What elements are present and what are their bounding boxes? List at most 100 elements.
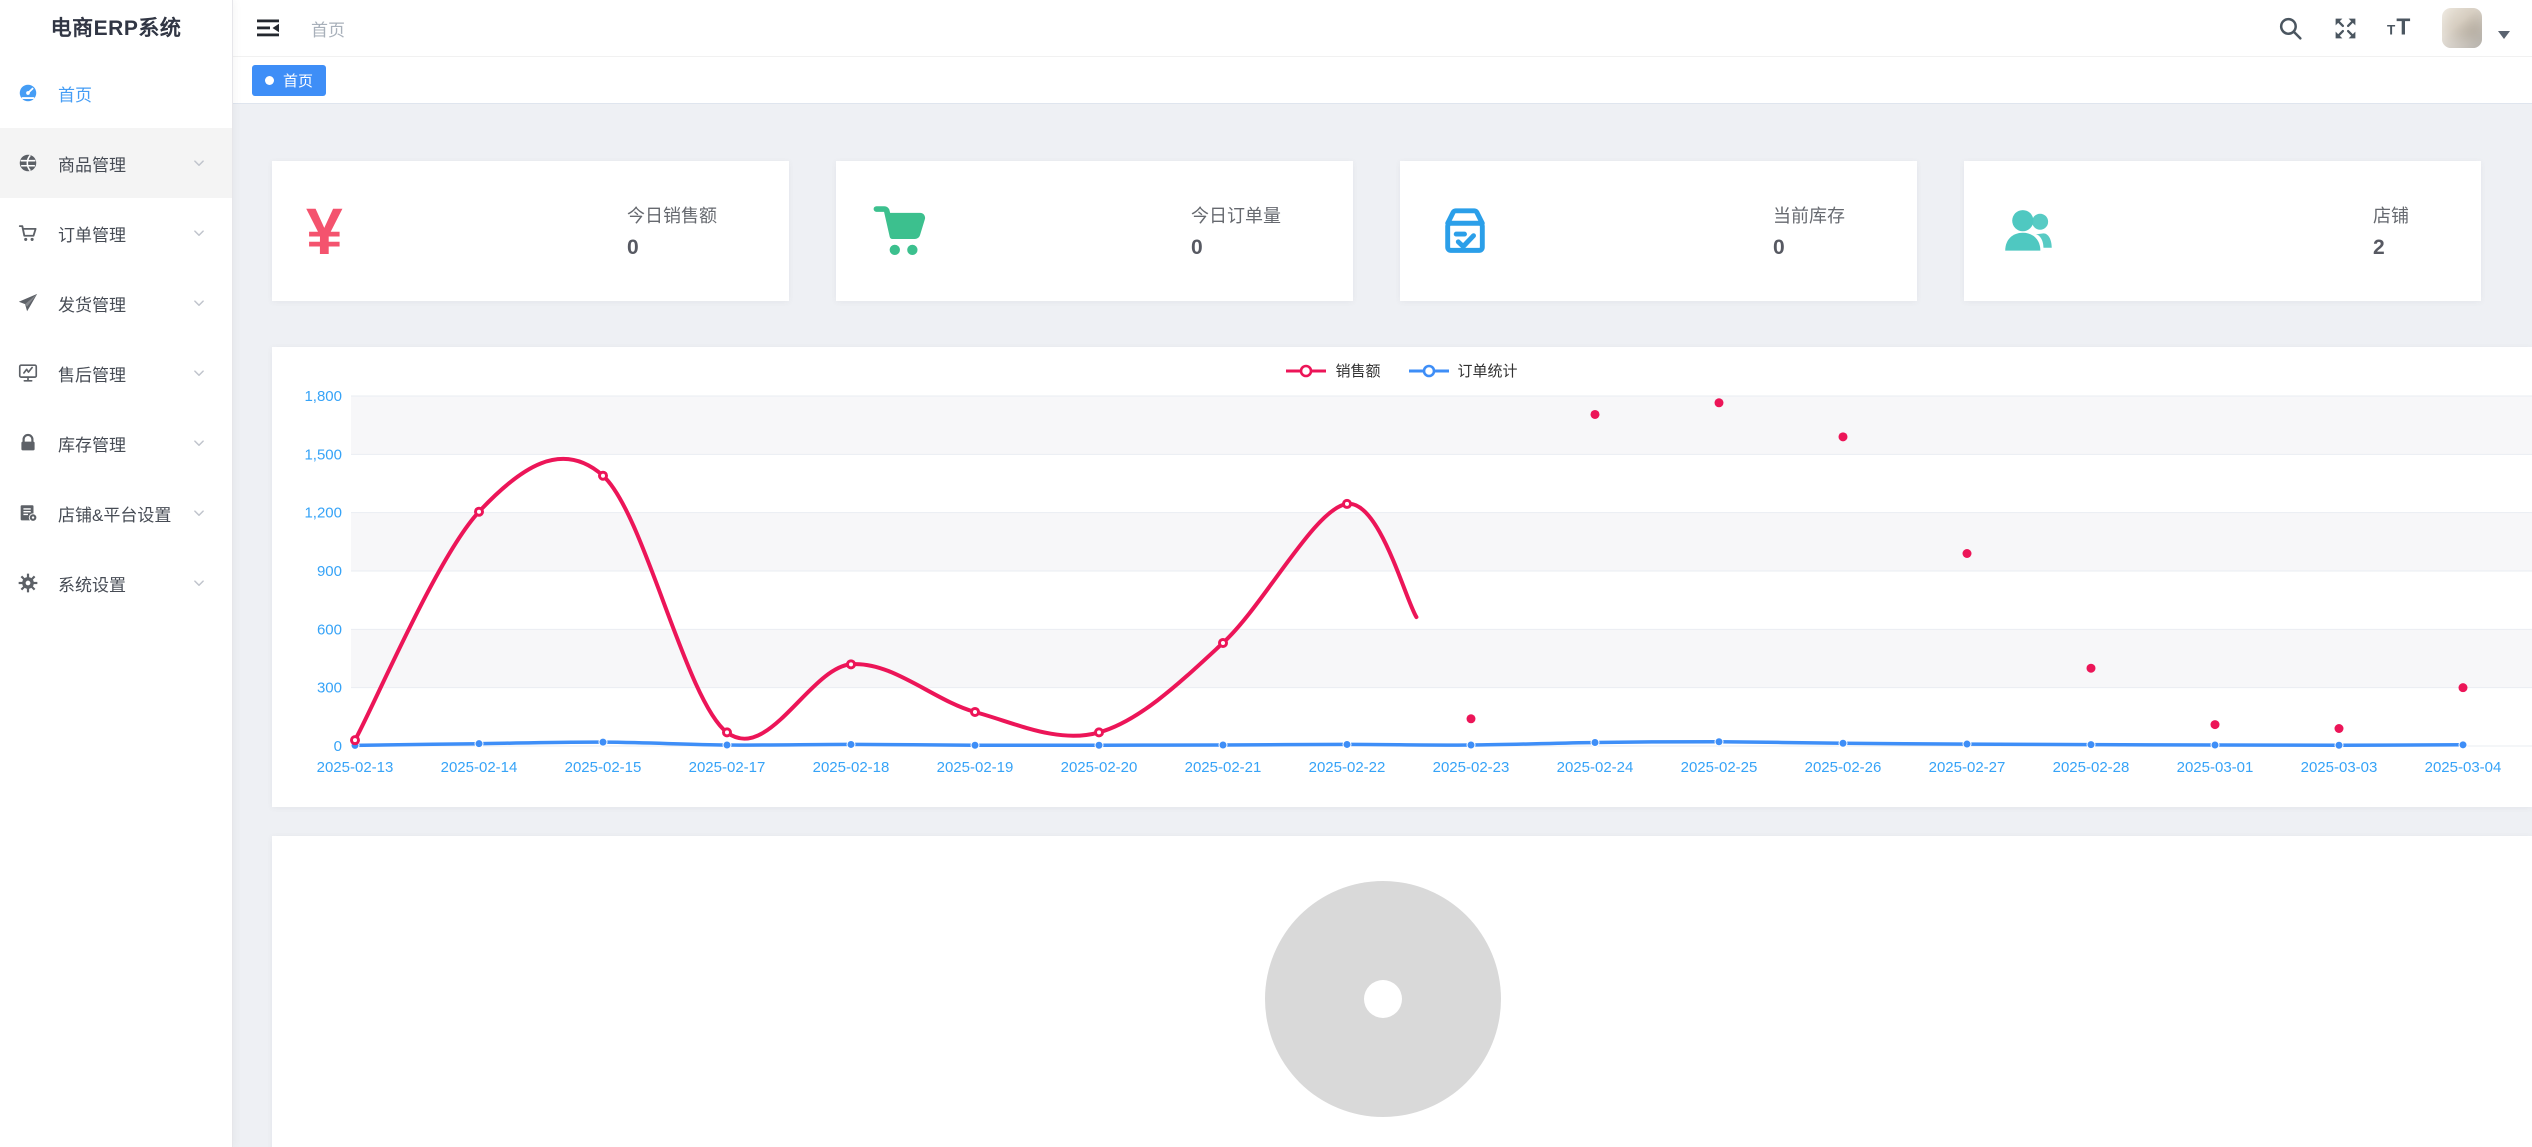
sales-point bbox=[1839, 432, 1848, 441]
sales-point bbox=[2459, 683, 2468, 692]
empty-pie-chart[interactable] bbox=[272, 836, 2532, 1147]
y-axis-label: 0 bbox=[334, 738, 342, 755]
sales-point bbox=[600, 472, 607, 479]
pie-chart-card bbox=[272, 836, 2532, 1147]
orders-point bbox=[1963, 740, 1971, 748]
stat-card-today-sales: ¥今日销售额0 bbox=[272, 161, 789, 301]
stat-card-text: 今日销售额 0 bbox=[627, 202, 717, 260]
x-axis-label: 2025-02-24 bbox=[1557, 759, 1634, 776]
tab-active-dot bbox=[265, 76, 274, 85]
svg-text:T: T bbox=[2396, 15, 2410, 40]
send-icon bbox=[16, 291, 40, 315]
sidebar-item-label: 库存管理 bbox=[58, 431, 190, 456]
sidebar-item-shop-platform-settings[interactable]: 店铺&平台设置 bbox=[0, 478, 232, 548]
orders-point bbox=[1715, 738, 1723, 746]
sidebar-item-label: 系统设置 bbox=[58, 571, 190, 596]
avatar[interactable] bbox=[2442, 8, 2482, 48]
chevron-down-icon bbox=[190, 154, 208, 172]
stat-card-text: 当前库存 0 bbox=[1773, 202, 1845, 260]
sidebar-item-label: 发货管理 bbox=[58, 291, 190, 316]
sidebar-item-shipping[interactable]: 发货管理 bbox=[0, 268, 232, 338]
sales-point bbox=[2211, 720, 2220, 729]
sidebar-item-home[interactable]: 首页 bbox=[0, 58, 232, 128]
orders-point bbox=[2459, 741, 2467, 749]
sidebar-item-aftersale[interactable]: 售后管理 bbox=[0, 338, 232, 408]
sidebar-item-inventory[interactable]: 库存管理 bbox=[0, 408, 232, 478]
sidebar-item-label: 售后管理 bbox=[58, 361, 190, 386]
legend-item-sales[interactable]: 销售额 bbox=[1286, 360, 1380, 381]
sales-point bbox=[724, 729, 731, 736]
stat-card-shops: 店铺 2 bbox=[1964, 161, 2481, 301]
stat-card-label: 今日销售额 bbox=[627, 202, 717, 228]
orders-point bbox=[847, 740, 855, 748]
y-axis-label: 1,800 bbox=[304, 388, 342, 405]
cart-fill-icon bbox=[870, 200, 960, 262]
stat-card-value: 2 bbox=[2373, 236, 2409, 260]
caret-down-icon[interactable] bbox=[2498, 31, 2510, 45]
sidebar-collapse-icon[interactable] bbox=[255, 15, 281, 41]
fullscreen-icon[interactable] bbox=[2332, 15, 2359, 42]
x-axis-label: 2025-03-03 bbox=[2301, 759, 2378, 776]
sales-point bbox=[1096, 729, 1103, 736]
line-chart[interactable]: 03006009001,2001,5001,8002025-02-132025-… bbox=[272, 347, 2532, 807]
sidebar-menu: 首页商品管理订单管理发货管理售后管理库存管理店铺&平台设置系统设置 bbox=[0, 58, 232, 618]
legend-marker-icon bbox=[1286, 364, 1326, 378]
search-icon[interactable] bbox=[2277, 15, 2304, 42]
lock-icon bbox=[16, 431, 40, 455]
x-axis-label: 2025-02-20 bbox=[1061, 759, 1138, 776]
x-axis-label: 2025-02-15 bbox=[565, 759, 642, 776]
legend-item-orders[interactable]: 订单统计 bbox=[1409, 360, 1518, 381]
stat-card-label: 当前库存 bbox=[1773, 202, 1845, 228]
line-chart-canvas[interactable]: 03006009001,2001,5001,8002025-02-132025-… bbox=[272, 347, 2532, 807]
sidebar-item-products[interactable]: 商品管理 bbox=[0, 128, 232, 198]
x-axis-label: 2025-02-14 bbox=[441, 759, 518, 776]
font-size-icon[interactable]: TT bbox=[2387, 15, 2414, 42]
orders-point bbox=[2335, 741, 2343, 749]
sidebar: 电商ERP系统 首页商品管理订单管理发货管理售后管理库存管理店铺&平台设置系统设… bbox=[0, 0, 233, 1147]
chevron-down-icon bbox=[190, 504, 208, 522]
sales-point bbox=[2335, 724, 2344, 733]
stat-card-value: 0 bbox=[1773, 236, 1845, 260]
orders-point bbox=[2087, 741, 2095, 749]
users-icon bbox=[1998, 200, 2088, 262]
sales-point bbox=[1220, 639, 1227, 646]
x-axis-label: 2025-02-17 bbox=[689, 759, 766, 776]
orders-point bbox=[1467, 741, 1475, 749]
sidebar-item-orders[interactable]: 订单管理 bbox=[0, 198, 232, 268]
orders-point bbox=[599, 738, 607, 746]
orders-point bbox=[475, 740, 483, 748]
sales-point bbox=[848, 661, 855, 668]
donut-hole bbox=[1364, 980, 1402, 1018]
pie-chart-canvas bbox=[272, 836, 2532, 1147]
sales-point bbox=[1591, 410, 1600, 419]
stat-card-text: 今日订单量0 bbox=[1191, 202, 1281, 260]
x-axis-label: 2025-02-18 bbox=[813, 759, 890, 776]
tab-label: 首页 bbox=[283, 70, 313, 91]
orders-point bbox=[1219, 741, 1227, 749]
x-axis-label: 2025-03-04 bbox=[2425, 759, 2502, 776]
sales-point bbox=[476, 508, 483, 515]
stat-card-value: 0 bbox=[627, 236, 717, 260]
orders-point bbox=[1591, 739, 1599, 747]
content: ¥今日销售额0今日订单量0当前库存0店铺2 销售额订单统计 0300600900… bbox=[233, 104, 2532, 1147]
x-axis-label: 2025-02-22 bbox=[1309, 759, 1386, 776]
main-area: 首页 TT 首页 ¥今日销售额0今日订单量0当前库存0店铺2 销售额订单统计 0… bbox=[233, 0, 2532, 1147]
orders-point bbox=[1839, 739, 1847, 747]
chart-band bbox=[351, 454, 2532, 512]
sidebar-item-system-settings[interactable]: 系统设置 bbox=[0, 548, 232, 618]
sales-point bbox=[1715, 398, 1724, 407]
chevron-down-icon bbox=[190, 574, 208, 592]
stat-card-label: 店铺 bbox=[2373, 202, 2409, 228]
tab-home[interactable]: 首页 bbox=[252, 65, 326, 96]
cart-icon bbox=[16, 221, 40, 245]
orders-point bbox=[971, 741, 979, 749]
x-axis-label: 2025-03-01 bbox=[2177, 759, 2254, 776]
stat-card-value: 0 bbox=[1191, 236, 1281, 260]
chart-band bbox=[351, 396, 2532, 454]
chart-band bbox=[351, 688, 2532, 746]
y-axis-label: 1,200 bbox=[304, 505, 342, 522]
stat-card-today-orders: 今日订单量0 bbox=[836, 161, 1353, 301]
chart-legend: 销售额 订单统计 bbox=[272, 360, 2532, 381]
x-axis-label: 2025-02-13 bbox=[317, 759, 394, 776]
sidebar-item-label: 店铺&平台设置 bbox=[58, 501, 190, 526]
